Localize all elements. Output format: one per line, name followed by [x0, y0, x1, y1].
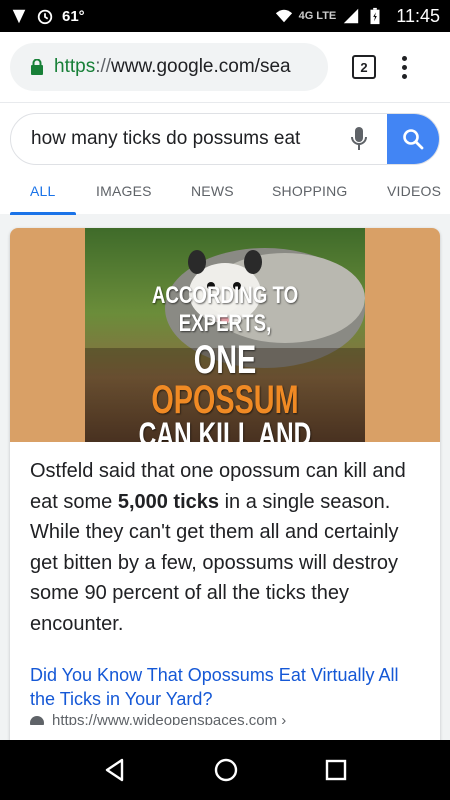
result-link[interactable]: Did You Know That Opossums Eat Virtually…	[10, 639, 440, 711]
clock: 11:45	[396, 5, 440, 26]
wifi-icon	[275, 9, 292, 23]
recents-icon[interactable]	[324, 758, 348, 782]
signal-icon	[344, 8, 359, 24]
search-tabs: ALL IMAGES NEWS SHOPPING VIDEOS	[0, 175, 450, 215]
result-source: https://www.wideopenspaces.com ›	[10, 711, 440, 725]
address-bar[interactable]: https://www.google.com/sea	[10, 43, 328, 91]
snippet-image-container: ACCORDING TO EXPERTS, ONE OPOSSUM CAN KI…	[10, 228, 440, 442]
snippet-highlight: 5,000 ticks	[117, 490, 220, 513]
snippet-text: Ostfeld said that one opossum can kill a…	[30, 460, 406, 635]
active-tab-indicator	[10, 212, 76, 215]
caption-line-1: ACCORDING TO EXPERTS,	[151, 282, 299, 337]
tab-news[interactable]: NEWS	[191, 183, 234, 199]
home-icon[interactable]	[213, 757, 239, 783]
vpn-shield-icon	[12, 9, 26, 24]
search-input[interactable]: how many ticks do possums eat	[11, 128, 331, 150]
image-caption: ACCORDING TO EXPERTS, ONE OPOSSUM CAN KI…	[85, 282, 365, 442]
back-icon[interactable]	[102, 757, 128, 783]
temperature: 61°	[62, 7, 85, 25]
menu-dot-icon	[402, 55, 407, 61]
url-text: https://www.google.com/sea	[54, 56, 291, 77]
search-button[interactable]	[387, 114, 439, 164]
more-menu-button[interactable]	[402, 55, 407, 79]
result-link-title[interactable]: Did You Know That Opossums Eat Virtually…	[30, 665, 399, 709]
caption-line-2: ONE OPOSSUM	[151, 338, 299, 422]
status-bar: 61° 4G LTE 11:45	[0, 0, 450, 32]
google-search-header: how many ticks do possums eat ALL IMAGES…	[0, 102, 450, 215]
voice-search-button[interactable]	[331, 114, 387, 164]
tab-videos[interactable]: VIDEOS	[387, 183, 441, 199]
menu-dot-icon	[402, 73, 407, 79]
source-url: https://www.wideopenspaces.com ›	[52, 711, 287, 726]
android-nav-bar	[0, 740, 450, 800]
network-type: 4G LTE	[298, 10, 337, 22]
search-icon	[403, 129, 424, 150]
featured-snippet-card: ACCORDING TO EXPERTS, ONE OPOSSUM CAN KI…	[10, 228, 440, 748]
search-box: how many ticks do possums eat	[10, 113, 440, 165]
alarm-clock-icon	[37, 9, 53, 25]
opossum-image[interactable]: ACCORDING TO EXPERTS, ONE OPOSSUM CAN KI…	[85, 228, 365, 442]
menu-dot-icon	[402, 64, 407, 70]
favicon-icon	[30, 716, 44, 725]
browser-toolbar: https://www.google.com/sea 2	[0, 32, 450, 102]
tab-all[interactable]: ALL	[30, 183, 56, 199]
caption-line-3: CAN KILL AND EAT	[138, 420, 312, 442]
microphone-icon	[351, 127, 367, 150]
tab-images[interactable]: IMAGES	[96, 183, 152, 199]
tab-shopping[interactable]: SHOPPING	[272, 183, 348, 199]
battery-icon	[370, 7, 380, 25]
lock-icon	[31, 59, 43, 75]
tab-switcher-button[interactable]: 2	[352, 55, 376, 79]
